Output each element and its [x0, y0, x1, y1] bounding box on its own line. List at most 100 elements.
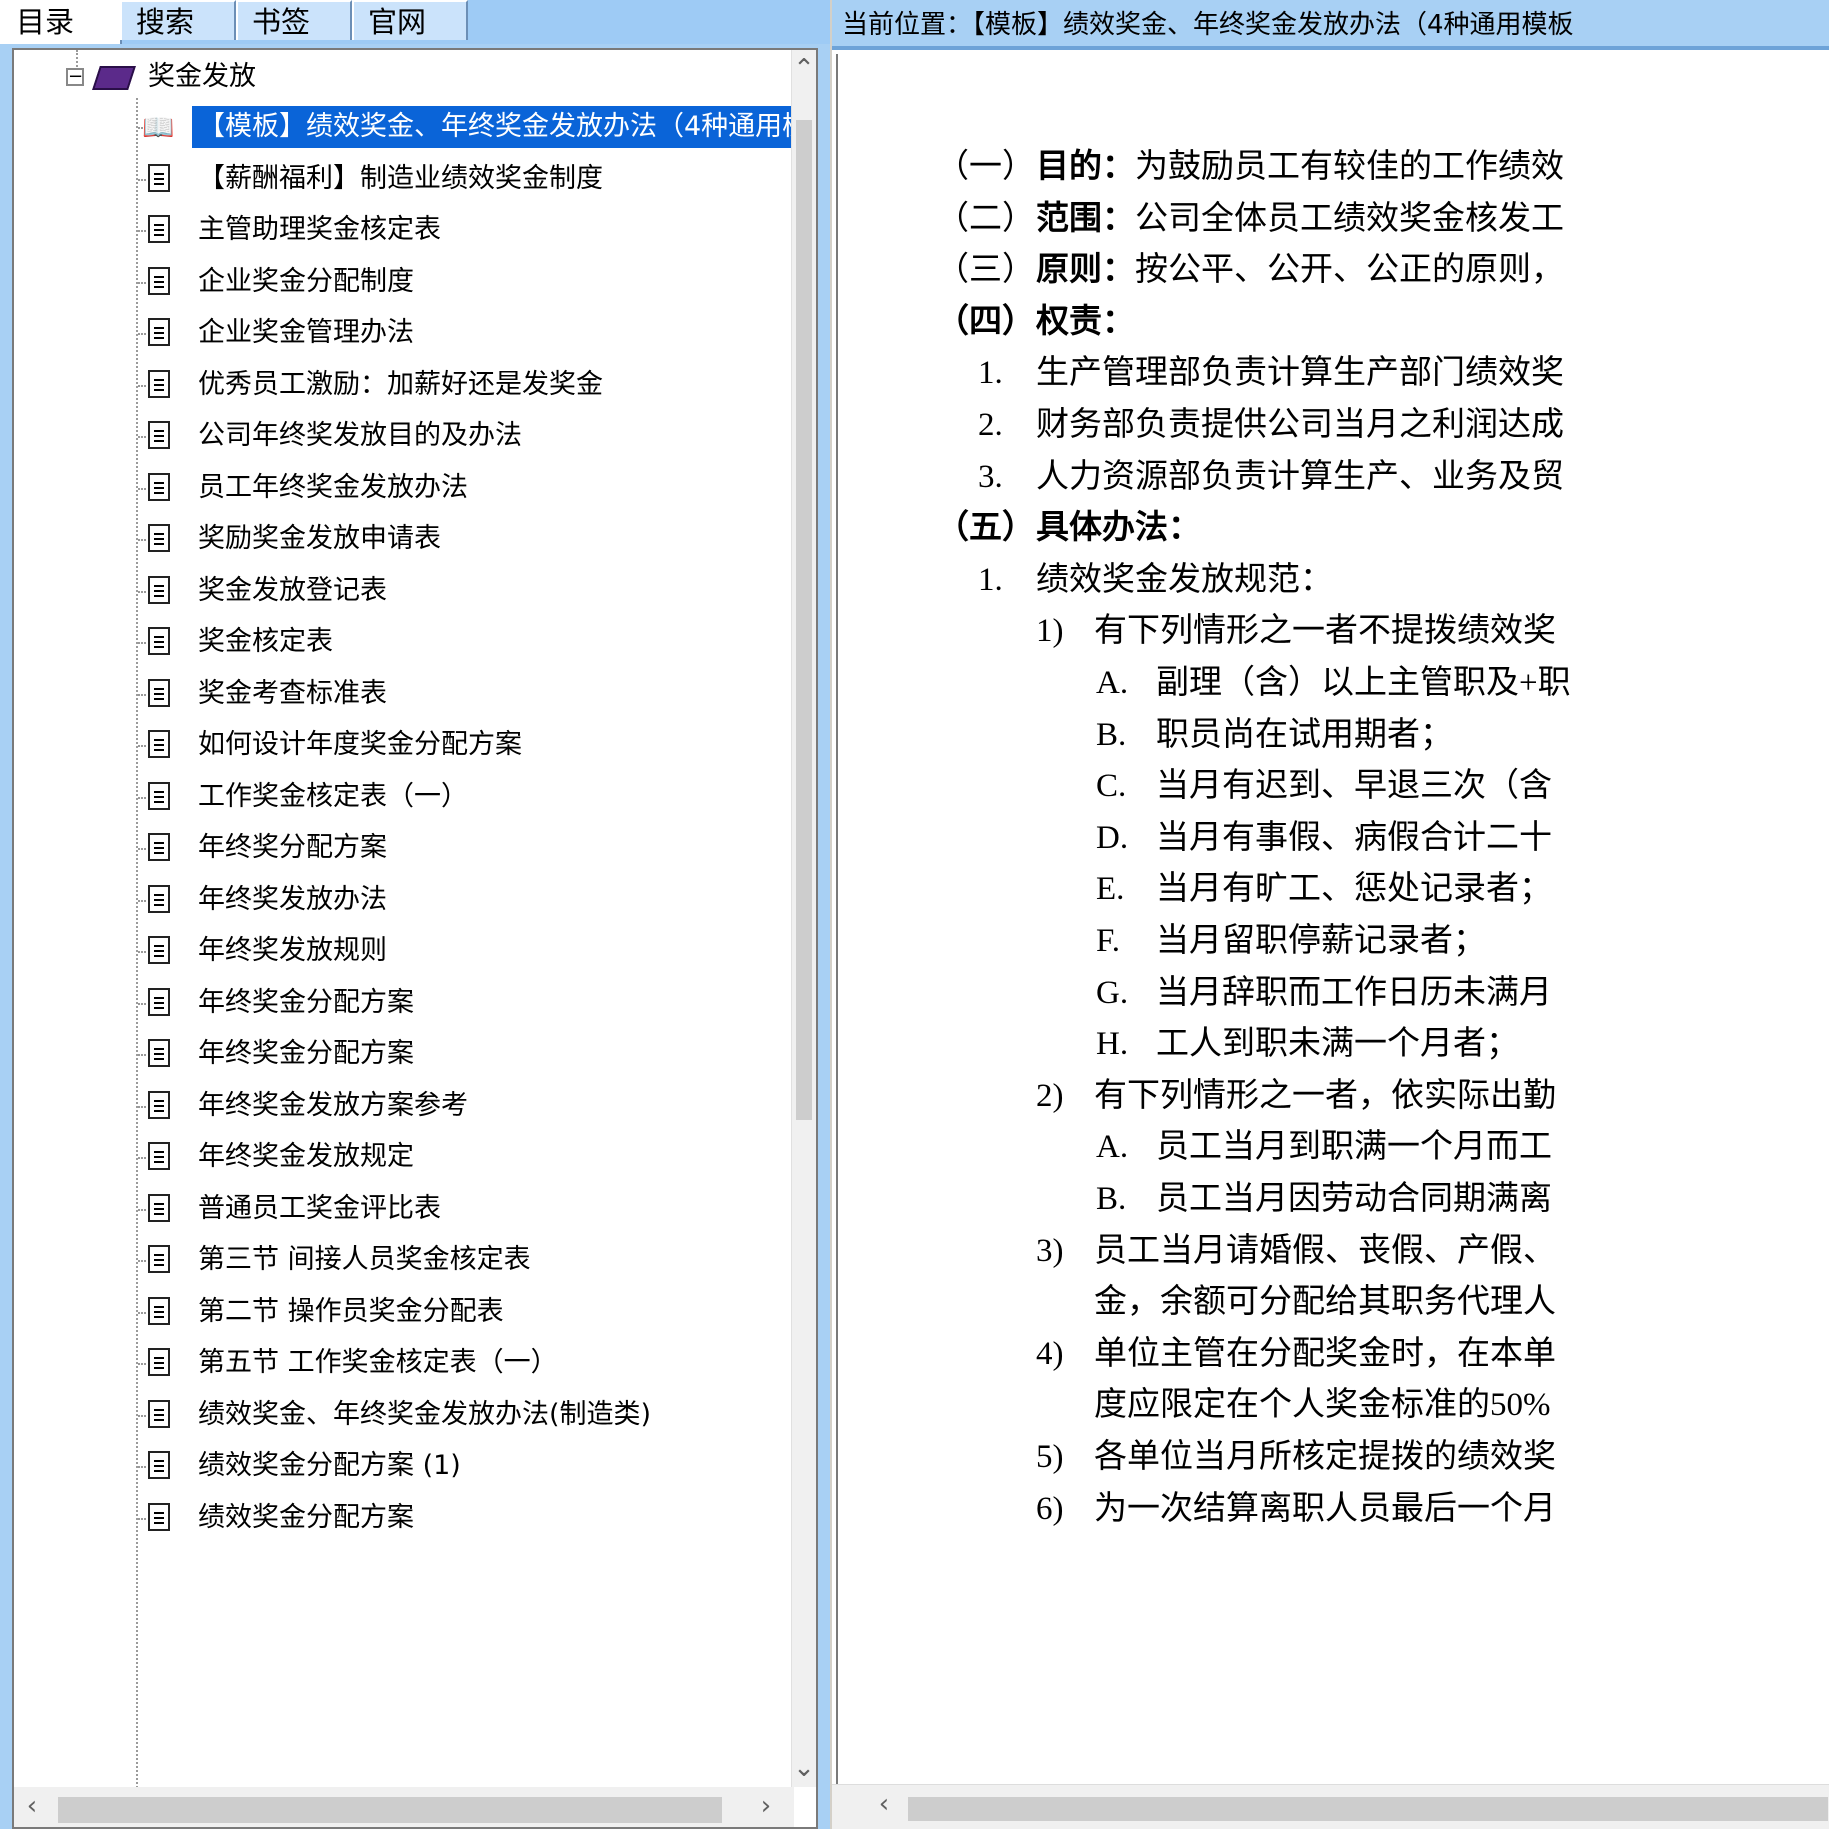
- tree-item[interactable]: 工作奖金核定表（一）: [148, 776, 794, 818]
- tree-item[interactable]: 企业奖金分配制度: [148, 261, 794, 303]
- tree-item[interactable]: 奖金发放登记表: [148, 570, 794, 612]
- content-line: （五） 具体办法：: [838, 503, 1828, 553]
- line-body: 绩效奖金发放规范：: [1036, 561, 1333, 598]
- tree-item-label: 奖励奖金发放申请表: [198, 523, 441, 554]
- line-body: 人力资源部负责计算生产、业务及贸: [1036, 458, 1564, 495]
- tree-item[interactable]: 绩效奖金、年终奖金发放办法(制造类): [148, 1394, 794, 1436]
- line-text: 具体办法：: [1036, 503, 1201, 553]
- tab-contents[interactable]: 目录: [0, 0, 122, 44]
- tree-item-label: 绩效奖金分配方案: [198, 1501, 414, 1533]
- term-label: 具体办法：: [1036, 510, 1201, 547]
- scroll-left-icon[interactable]: ‹: [20, 1791, 44, 1821]
- tree-item[interactable]: 年终奖金分配方案: [148, 982, 794, 1024]
- vertical-scrollbar[interactable]: ⌃ ⌄: [791, 50, 816, 1787]
- tree-view[interactable]: − 奖金发放 📖 【模板】绩效奖金、年终奖金发放办法（4种通用模板【薪酬福利】制造…: [12, 48, 818, 1829]
- tree-item-label: 企业奖金分配制度: [198, 265, 414, 297]
- left-panel: 目录 搜索 书签 官网 − 奖金发放 📖 【模板】绩效奖金、年终奖金发放办法（4种…: [0, 0, 830, 1829]
- scroll-right-icon[interactable]: ›: [754, 1791, 778, 1821]
- horizontal-scrollbar[interactable]: ‹: [832, 1784, 1829, 1829]
- tree-item[interactable]: 【薪酬福利】制造业绩效奖金制度: [148, 158, 794, 200]
- tree-item[interactable]: 绩效奖金分配方案 (1): [148, 1445, 794, 1487]
- list-marker: B.: [1096, 1181, 1127, 1217]
- tree-item[interactable]: 第三节 间接人员奖金核定表: [148, 1239, 794, 1281]
- document-icon: [148, 1039, 170, 1067]
- tree-item[interactable]: 普通员工奖金评比表: [148, 1188, 794, 1230]
- line-text: 有下列情形之一者，依实际出勤: [1094, 1071, 1556, 1121]
- tree-root-node[interactable]: − 奖金发放: [66, 56, 466, 98]
- list-marker: E.: [1096, 871, 1125, 908]
- right-panel: 当前位置：【模板】绩效奖金、年终奖金发放办法（4种通用模板 （一） 目的：为鼓励员…: [832, 0, 1829, 1829]
- tree-item[interactable]: 奖励奖金发放申请表: [148, 518, 794, 560]
- scrollbar-thumb[interactable]: [908, 1797, 1828, 1821]
- collapse-icon[interactable]: −: [66, 68, 84, 86]
- tree-item[interactable]: 公司年终奖发放目的及办法: [148, 415, 794, 457]
- tree-item[interactable]: 年终奖金分配方案: [148, 1033, 794, 1075]
- tree-item-label: 企业奖金管理办法: [198, 317, 414, 348]
- content-line: F. 当月留职停薪记录者；: [838, 916, 1828, 966]
- list-marker: （二）: [936, 200, 1035, 237]
- tree-guide: [138, 796, 146, 799]
- tree-item[interactable]: 年终奖发放规则: [148, 930, 794, 972]
- tab-search[interactable]: 搜索: [120, 0, 236, 40]
- tree-item[interactable]: 绩效奖金分配方案: [148, 1497, 794, 1539]
- content-line: C. 当月有迟到、早退三次（含: [838, 761, 1828, 811]
- tree-item[interactable]: 优秀员工激励：加薪好还是发奖金: [148, 364, 794, 406]
- scroll-down-icon[interactable]: ⌄: [792, 1753, 816, 1783]
- tree-item[interactable]: 如何设计年度奖金分配方案: [148, 724, 794, 766]
- list-marker: 4): [1036, 1335, 1064, 1372]
- line-body: 职员尚在试用期者；: [1156, 716, 1453, 753]
- tree-item-label: 奖金发放登记表: [198, 574, 387, 606]
- tree-item[interactable]: 奖金考查标准表: [148, 673, 794, 715]
- document-icon: [148, 575, 170, 604]
- tree-guide: [138, 1311, 146, 1314]
- document-icon: [148, 524, 170, 552]
- tree-item-label: 【薪酬福利】制造业绩效奖金制度: [198, 162, 603, 194]
- line-text: 当月有迟到、早退三次（含: [1156, 761, 1552, 811]
- content-line: E. 当月有旷工、惩处记录者；: [838, 864, 1828, 914]
- tab-website[interactable]: 官网: [352, 0, 468, 40]
- tree-item[interactable]: 年终奖金发放规定: [148, 1136, 794, 1178]
- horizontal-scrollbar[interactable]: ‹ ›: [14, 1787, 794, 1827]
- tree-guide: [138, 899, 146, 902]
- tree-item[interactable]: 年终奖分配方案: [148, 827, 794, 869]
- line-text: 财务部负责提供公司当月之利润达成: [1036, 400, 1564, 450]
- tree-item-selected[interactable]: 📖 【模板】绩效奖金、年终奖金发放办法（4种通用模板: [142, 106, 794, 148]
- tree-item-label: 主管助理奖金核定表: [198, 214, 441, 245]
- tree-item[interactable]: 第五节 工作奖金核定表（一）: [148, 1342, 794, 1384]
- scrollbar-thumb[interactable]: [58, 1797, 722, 1823]
- tree-item[interactable]: 员工年终奖金发放办法: [148, 467, 794, 509]
- content-line: 3) 员工当月请婚假、丧假、产假、: [838, 1226, 1828, 1276]
- document-icon: [148, 1502, 170, 1531]
- tree-item-label: 年终奖金分配方案: [198, 986, 414, 1018]
- list-marker: H.: [1096, 1026, 1129, 1063]
- tree-item[interactable]: 主管助理奖金核定表: [148, 209, 794, 251]
- term-label: 原则：: [1036, 252, 1135, 289]
- line-body: 当月有迟到、早退三次（含: [1156, 768, 1552, 805]
- current-location: 当前位置：【模板】绩效奖金、年终奖金发放办法（4种通用模板: [832, 0, 1829, 50]
- list-marker: 2): [1036, 1077, 1064, 1114]
- document-icon: [148, 987, 170, 1016]
- tree-guide: [138, 281, 146, 284]
- tree-item[interactable]: 奖金核定表: [148, 621, 794, 663]
- document-content[interactable]: （一） 目的：为鼓励员工有较佳的工作绩效 （二） 范围：公司全体员工绩效奖金核发工 （三…: [836, 54, 1829, 1786]
- tree-guide: [138, 436, 146, 438]
- term-label: 范围：: [1036, 200, 1135, 237]
- tree-item[interactable]: 年终奖发放办法: [148, 879, 794, 921]
- content-line: （二） 范围：公司全体员工绩效奖金核发工: [838, 194, 1828, 244]
- tree-item-label: 第三节 间接人员奖金核定表: [198, 1244, 531, 1275]
- tree-item[interactable]: 企业奖金管理办法: [148, 312, 794, 354]
- scroll-left-icon[interactable]: ‹: [872, 1789, 896, 1819]
- scrollbar-thumb[interactable]: [796, 120, 812, 1120]
- list-marker: 3.: [978, 458, 1003, 495]
- line-text: 当月留职停薪记录者；: [1156, 916, 1486, 966]
- tree-item[interactable]: 第二节 操作员奖金分配表: [148, 1291, 794, 1333]
- content-line: B. 职员尚在试用期者；: [838, 710, 1828, 760]
- list-marker: G.: [1096, 974, 1129, 1011]
- line-text: 员工当月因劳动合同期满离: [1156, 1174, 1552, 1224]
- line-text: 生产管理部负责计算生产部门绩效奖: [1036, 348, 1564, 398]
- tab-bookmarks[interactable]: 书签: [236, 0, 352, 40]
- line-text: 工人到职未满一个月者；: [1156, 1019, 1519, 1069]
- tree-item[interactable]: 年终奖金发放方案参考: [148, 1085, 794, 1127]
- scroll-up-icon[interactable]: ⌃: [792, 54, 816, 84]
- tree-guide: [138, 1002, 146, 1005]
